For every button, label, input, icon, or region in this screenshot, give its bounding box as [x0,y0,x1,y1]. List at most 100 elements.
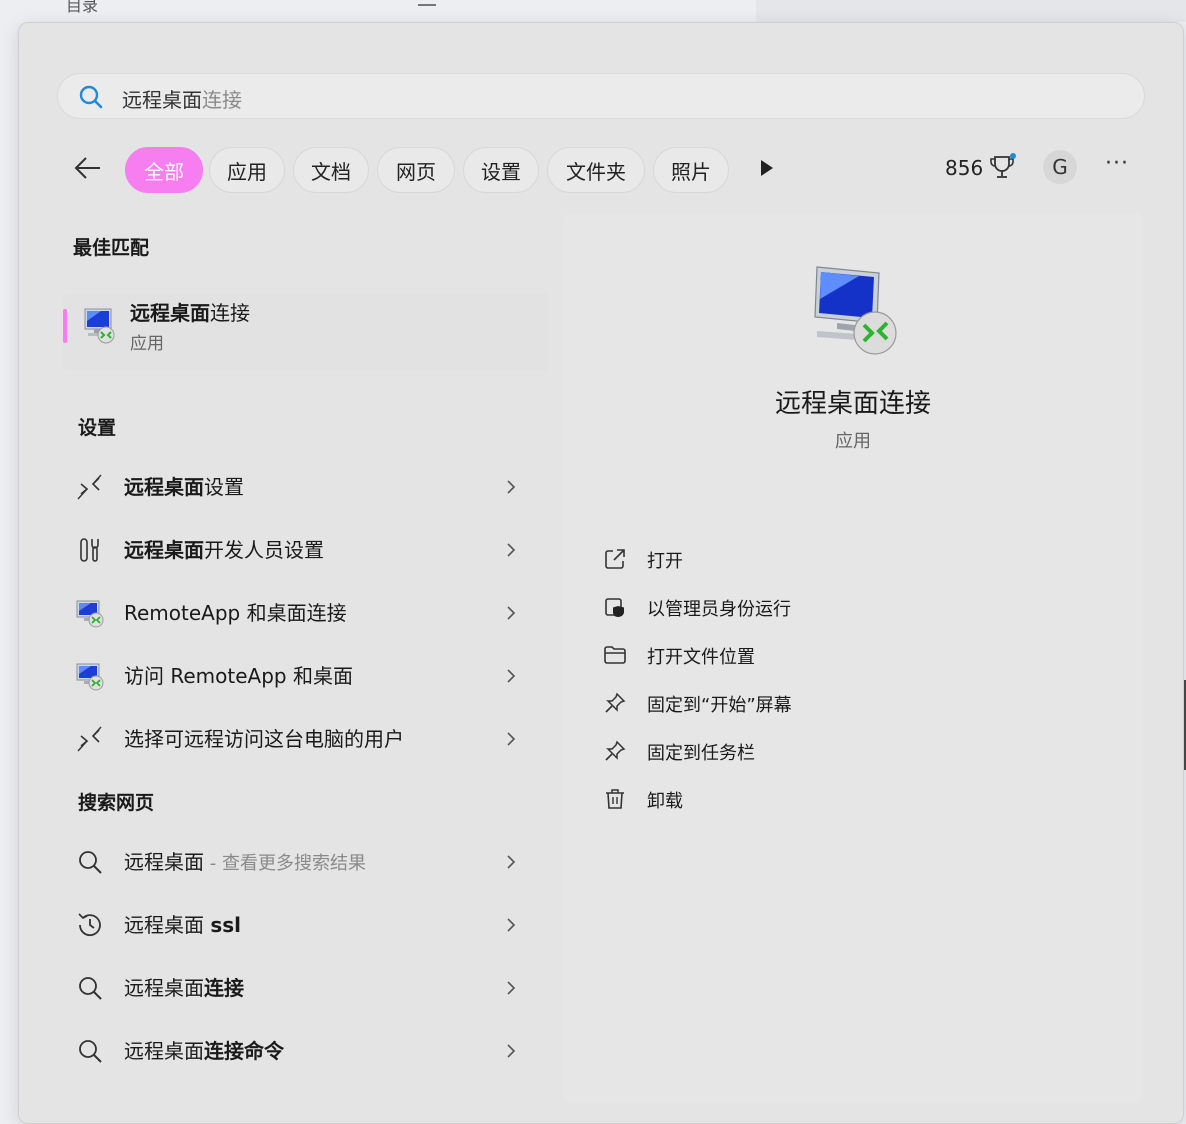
settings-item[interactable]: 远程桌面设置 [75,458,545,514]
search-query-hint: 连接 [202,88,242,112]
detail-app-title: 远程桌面连接 [774,389,931,419]
tab-all[interactable]: 全部 [125,147,203,193]
settings-item-label: 远程桌面开发人员设置 [124,534,324,563]
web-search-item-prefix: 远程桌面 [124,850,204,874]
web-search-item[interactable]: 远程桌面连接 [75,959,545,1015]
settings-item-label-rest: 开发人员设置 [204,538,324,562]
search-query-prefix: 远程桌面 [122,88,202,112]
web-search-item-bold: 连接命令 [204,1039,284,1063]
web-search-item-bold: 连接 [204,976,244,1000]
settings-item[interactable]: 访问 RemoteApp 和桌面 [75,647,545,703]
chevron-right-icon [507,1044,516,1058]
best-match-title: 远程桌面连接 [130,297,250,326]
remote-arrows-icon [77,474,102,500]
action-open[interactable]: 打开 [603,539,1123,579]
action-open-file-location[interactable]: 打开文件位置 [603,635,1123,675]
settings-item-label: RemoteApp 和桌面连接 [124,597,347,626]
filter-bar: 全部 应用 文档 网页 设置 文件夹 照片 856 G ··· [19,141,1183,195]
search-input[interactable]: 远程桌面连接 [57,73,1145,119]
selection-indicator [63,309,67,343]
search-icon [79,977,102,1000]
tab-photos[interactable]: 照片 [653,147,729,193]
open-external-icon [605,549,625,569]
background-window-title: 目录 [66,0,99,15]
search-icon [79,851,102,874]
background-divider [418,4,436,6]
web-search-item-prefix: 远程桌面 [124,976,204,1000]
search-icon [79,1040,102,1063]
settings-item-label: 选择可远程访问这台电脑的用户 [124,723,404,752]
web-search-item-label: 远程桌面 - 查看更多搜索结果 [124,846,366,875]
chevron-right-icon [507,480,516,494]
chevron-right-icon [507,918,516,932]
action-label: 打开文件位置 [647,647,755,668]
action-label: 卸载 [647,791,683,812]
tab-settings[interactable]: 设置 [463,147,539,193]
web-search-item-sub: - 查看更多搜索结果 [204,853,366,874]
pin-icon [605,692,626,713]
results-list: 最佳匹配 远程桌面连接 应用 设置 远程桌面设置 远程桌面开发人员设置 Remo… [57,213,549,1103]
settings-item[interactable]: 选择可远程访问这台电脑的用户 [75,710,545,766]
settings-item[interactable]: 远程桌面开发人员设置 [75,521,545,577]
web-search-item-label: 远程桌面 ssl [124,909,241,938]
action-run-as-admin[interactable]: 以管理员身份运行 [603,587,1123,627]
remote-arrows-icon [77,726,102,752]
background-window-strip [756,0,1186,22]
history-icon [78,913,101,937]
web-search-item-label: 远程桌面连接 [124,972,244,1001]
settings-item-label-bold: 远程桌面 [124,538,204,562]
action-label: 以管理员身份运行 [647,599,791,620]
settings-heading: 设置 [78,417,117,439]
best-match-item[interactable]: 远程桌面连接 应用 [63,293,549,371]
detail-pane: 远程桌面连接 应用 打开 以管理员身份运行 打开文件位置 固定到“开始”屏幕 固… [563,213,1143,1103]
settings-item-label-rest: RemoteApp 和桌面连接 [124,601,347,625]
settings-item-label-rest: 访问 RemoteApp 和桌面 [124,664,353,688]
best-match-heading: 最佳匹配 [73,237,150,259]
web-search-item-prefix: 远程桌面 [124,1039,204,1063]
tab-folders[interactable]: 文件夹 [547,147,645,193]
web-search-item[interactable]: 远程桌面连接命令 [75,1022,545,1078]
remote-desktop-app-icon [814,266,897,355]
action-pin-to-taskbar[interactable]: 固定到任务栏 [603,731,1123,771]
pin-icon [605,740,626,761]
avatar[interactable]: G [1043,150,1077,184]
shield-icon [605,598,624,617]
tab-documents[interactable]: 文档 [293,147,369,193]
web-search-item[interactable]: 远程桌面 ssl [75,896,545,952]
trophy-icon[interactable] [987,152,1017,182]
search-panel: 远程桌面连接 全部 应用 文档 网页 设置 文件夹 照片 856 G ··· 最… [18,22,1184,1124]
remote-desktop-monitor-icon [76,600,104,628]
remote-desktop-app-icon [84,308,115,344]
trash-icon [606,789,624,809]
more-filters-play-icon[interactable] [759,159,775,177]
web-search-item-bold: ssl [210,913,242,937]
settings-item-label: 访问 RemoteApp 和桌面 [124,660,353,689]
chevron-right-icon [507,855,516,869]
tab-web[interactable]: 网页 [377,147,455,193]
detail-app-type: 应用 [835,431,871,452]
action-uninstall[interactable]: 卸载 [603,779,1123,819]
best-match-title-bold: 远程桌面 [130,301,210,325]
chevron-right-icon [507,732,516,746]
chevron-right-icon [507,981,516,995]
web-search-item-label: 远程桌面连接命令 [124,1035,284,1064]
settings-item-label-rest: 选择可远程访问这台电脑的用户 [124,727,404,751]
action-label: 固定到任务栏 [647,743,755,764]
remote-desktop-monitor-icon [76,663,104,691]
action-label: 打开 [647,551,683,572]
web-search-item[interactable]: 远程桌面 - 查看更多搜索结果 [75,833,545,889]
more-options-button[interactable]: ··· [1105,151,1129,176]
best-match-title-rest: 连接 [210,301,250,325]
search-query: 远程桌面连接 [122,84,242,113]
back-arrow-icon[interactable] [73,155,103,181]
rewards-points: 856 [945,156,984,180]
action-pin-to-start[interactable]: 固定到“开始”屏幕 [603,683,1123,723]
chevron-right-icon [507,606,516,620]
settings-item-label-bold: 远程桌面 [124,475,204,499]
tools-icon [80,538,99,562]
search-icon [79,85,103,109]
settings-item-label-rest: 设置 [204,475,244,499]
chevron-right-icon [507,543,516,557]
settings-item[interactable]: RemoteApp 和桌面连接 [75,584,545,640]
tab-apps[interactable]: 应用 [209,147,285,193]
